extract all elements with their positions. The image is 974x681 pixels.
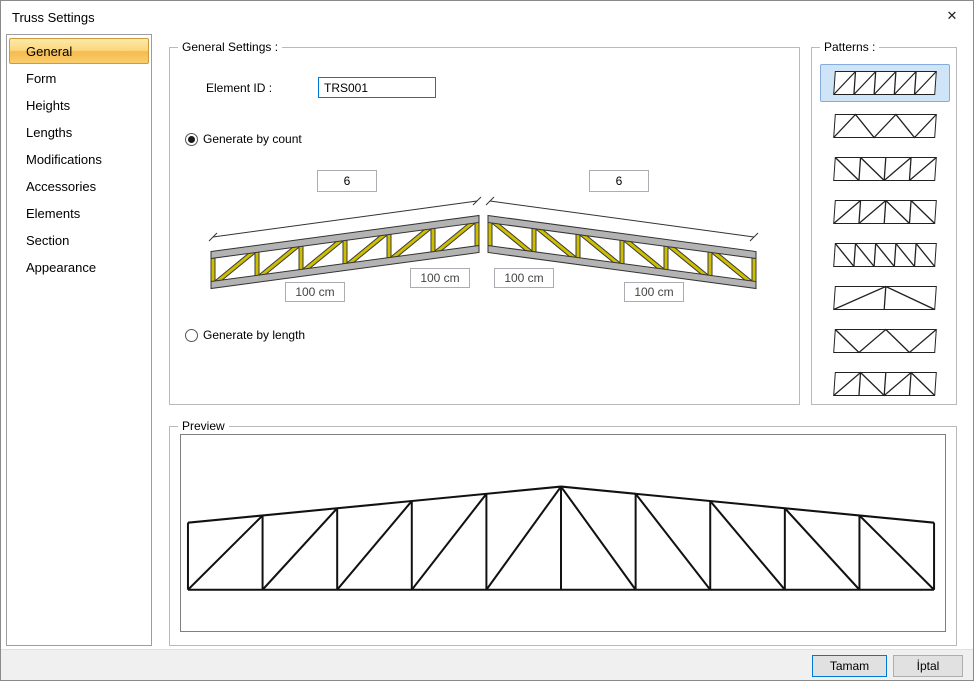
pattern-thumbnail-1[interactable]	[820, 64, 950, 102]
right-truss-diagram	[482, 187, 762, 312]
sidebar-item-label: Elements	[26, 206, 80, 221]
truss-pattern-peak-icon	[832, 199, 938, 225]
sidebar-item-label: Accessories	[26, 179, 96, 194]
close-button[interactable]: ✕	[931, 1, 973, 31]
sidebar-item-appearance[interactable]: Appearance	[9, 254, 149, 280]
footer-bar: Tamam İptal	[1, 649, 973, 680]
pattern-thumbnail-4[interactable]	[820, 193, 950, 231]
element-id-label: Element ID :	[206, 81, 272, 95]
truss-pattern-pratt-right-icon	[832, 70, 938, 96]
sidebar-item-label: Modifications	[26, 152, 102, 167]
preview-legend: Preview	[178, 419, 229, 433]
pattern-thumbnail-2[interactable]	[820, 107, 950, 145]
pattern-thumbnail-3[interactable]	[820, 150, 950, 188]
radio-unselected-icon[interactable]	[185, 329, 198, 342]
sidebar-item-label: Section	[26, 233, 69, 248]
sidebar-item-label: Form	[26, 71, 56, 86]
general-settings-legend: General Settings :	[178, 40, 282, 54]
window-title: Truss Settings	[12, 10, 95, 25]
pattern-thumbnail-6[interactable]	[820, 279, 950, 317]
pattern-thumbnail-8[interactable]	[820, 365, 950, 403]
ok-button[interactable]: Tamam	[812, 655, 887, 677]
truss-pattern-warren-verticals-icon	[832, 371, 938, 397]
sidebar-item-modifications[interactable]: Modifications	[9, 146, 149, 172]
pattern-thumbnail-5[interactable]	[820, 236, 950, 274]
generate-by-count-radio[interactable]: Generate by count	[185, 132, 302, 146]
pattern-thumbnail-7[interactable]	[820, 322, 950, 360]
sidebar-item-section[interactable]: Section	[9, 227, 149, 253]
cancel-button[interactable]: İptal	[893, 655, 963, 677]
sidebar-item-form[interactable]: Form	[9, 65, 149, 91]
right-truss-length-left-input[interactable]	[494, 268, 554, 288]
patterns-group: Patterns :	[811, 47, 957, 405]
sidebar-item-general[interactable]: General	[9, 38, 149, 64]
preview-group: Preview	[169, 426, 957, 646]
patterns-legend: Patterns :	[820, 40, 879, 54]
sidebar: General Form Heights Lengths Modificatio…	[6, 34, 152, 646]
radio-selected-icon[interactable]	[185, 133, 198, 146]
close-icon: ✕	[947, 8, 958, 24]
sidebar-item-lengths[interactable]: Lengths	[9, 119, 149, 145]
sidebar-item-accessories[interactable]: Accessories	[9, 173, 149, 199]
sidebar-item-label: General	[26, 44, 72, 59]
left-truss-length-left-input[interactable]	[285, 282, 345, 302]
left-truss-length-right-input[interactable]	[410, 268, 470, 288]
sidebar-item-elements[interactable]: Elements	[9, 200, 149, 226]
truss-settings-dialog: Truss Settings ✕ General Form Heights Le…	[0, 0, 974, 681]
generate-by-length-radio[interactable]: Generate by length	[185, 328, 305, 342]
right-truss-length-right-input[interactable]	[624, 282, 684, 302]
truss-pattern-warren-icon	[832, 113, 938, 139]
element-id-input[interactable]	[318, 77, 436, 98]
truss-pattern-valley-icon	[832, 156, 938, 182]
truss-pattern-w-icon	[832, 328, 938, 354]
preview-truss-drawing	[181, 435, 945, 631]
sidebar-item-label: Lengths	[26, 125, 72, 140]
sidebar-item-heights[interactable]: Heights	[9, 92, 149, 118]
generate-by-length-label[interactable]: Generate by length	[203, 328, 305, 342]
sidebar-item-label: Heights	[26, 98, 70, 113]
general-settings-group: General Settings : Element ID : Generate…	[169, 47, 800, 405]
left-truss-diagram	[205, 187, 485, 312]
truss-pattern-pratt-left-icon	[832, 242, 938, 268]
titlebar: Truss Settings ✕	[1, 1, 973, 32]
truss-pattern-lambda-icon	[832, 285, 938, 311]
sidebar-item-label: Appearance	[26, 260, 96, 275]
generate-by-count-label[interactable]: Generate by count	[203, 132, 302, 146]
preview-canvas	[180, 434, 946, 632]
